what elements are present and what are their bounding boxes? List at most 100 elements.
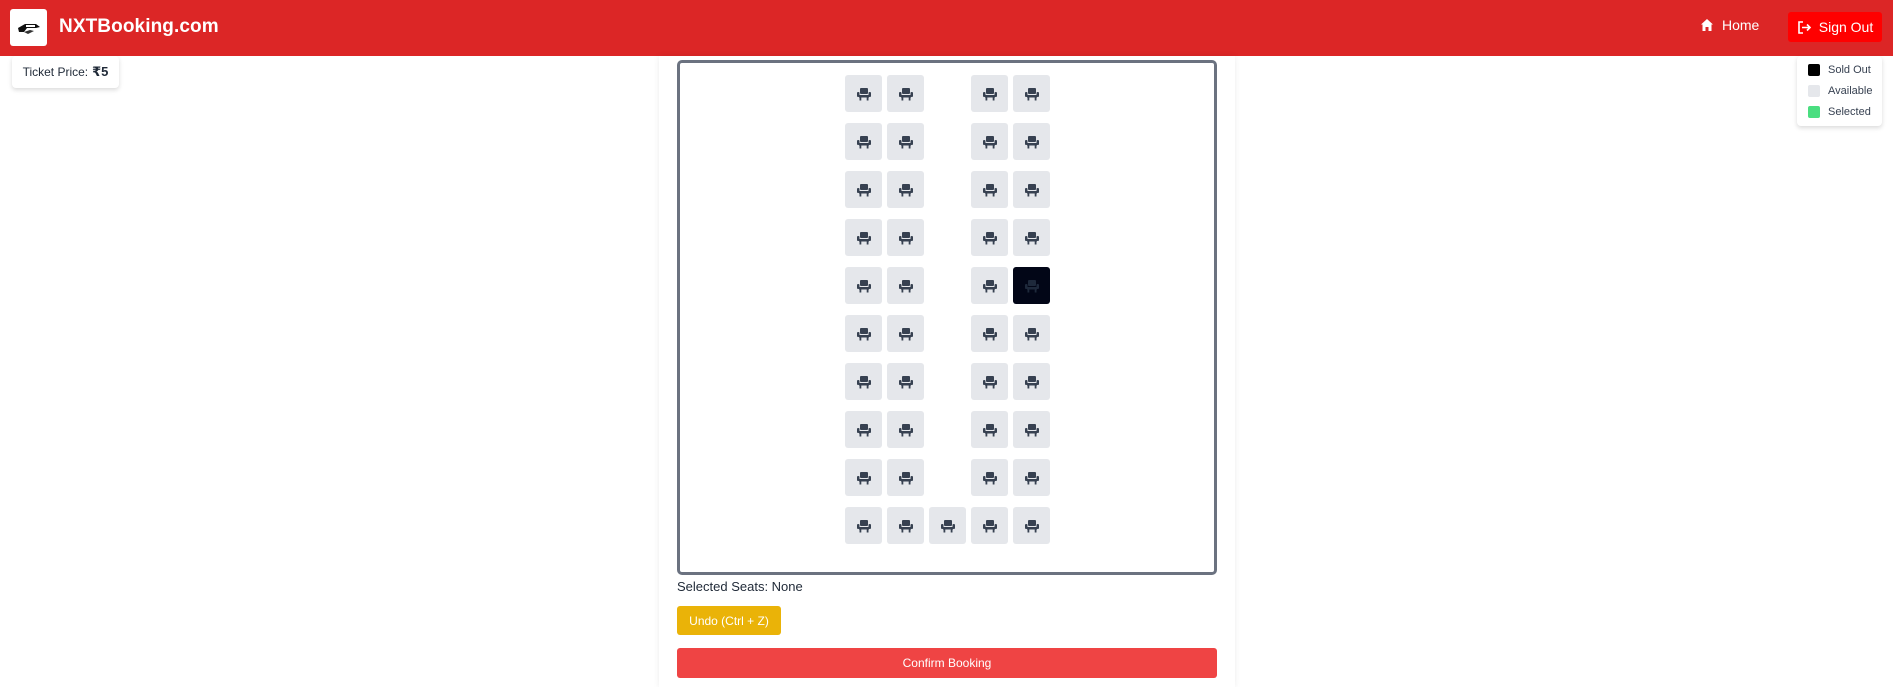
seat-available[interactable] — [1013, 171, 1050, 208]
legend-label: Selected — [1828, 105, 1871, 118]
legend-sold-out: Sold Out — [1808, 59, 1882, 80]
seat-available[interactable] — [845, 75, 882, 112]
home-label: Home — [1722, 17, 1760, 33]
sign-out-label: Sign Out — [1818, 19, 1874, 35]
seat-icon — [856, 135, 872, 149]
undo-button[interactable]: Undo (Ctrl + Z) — [677, 606, 781, 635]
seat-icon — [856, 327, 872, 341]
seat-icon — [1024, 87, 1040, 101]
seat-available[interactable] — [1013, 219, 1050, 256]
seat-icon — [898, 135, 914, 149]
seat-available[interactable] — [887, 267, 924, 304]
seat-available[interactable] — [887, 363, 924, 400]
seat-icon — [898, 375, 914, 389]
seat-icon — [1024, 135, 1040, 149]
legend-swatch-sold-out — [1808, 63, 1820, 76]
seat-icon — [856, 471, 872, 485]
sign-out-button[interactable]: Sign Out — [1788, 12, 1882, 42]
seat-available[interactable] — [887, 459, 924, 496]
seat-available[interactable] — [887, 507, 924, 544]
seat-icon — [898, 519, 914, 533]
seat-available[interactable] — [1013, 75, 1050, 112]
ticket-hand-icon — [17, 23, 40, 34]
seat-icon — [982, 135, 998, 149]
seat-available[interactable] — [845, 363, 882, 400]
seat-available[interactable] — [845, 123, 882, 160]
seat-available[interactable] — [845, 267, 882, 304]
seat-available[interactable] — [1013, 507, 1050, 544]
seat-available[interactable] — [971, 411, 1008, 448]
seat-icon — [940, 519, 956, 533]
seat-available[interactable] — [971, 219, 1008, 256]
seat-icon — [898, 327, 914, 341]
seat-icon — [1024, 471, 1040, 485]
seat-icon — [898, 423, 914, 437]
logo[interactable] — [10, 9, 47, 46]
seat-icon — [982, 519, 998, 533]
seat-available[interactable] — [887, 171, 924, 208]
seat-map — [677, 60, 1217, 575]
seat-available[interactable] — [971, 507, 1008, 544]
seat-icon — [898, 471, 914, 485]
seat-available[interactable] — [929, 507, 966, 544]
seat-available[interactable] — [1013, 123, 1050, 160]
seat-icon — [898, 231, 914, 245]
seat-available[interactable] — [887, 75, 924, 112]
seat-icon — [982, 423, 998, 437]
seat-icon — [982, 87, 998, 101]
seat-available[interactable] — [845, 507, 882, 544]
seat-available[interactable] — [971, 267, 1008, 304]
seat-icon — [856, 87, 872, 101]
seat-available[interactable] — [845, 459, 882, 496]
seat-icon — [1024, 327, 1040, 341]
seat-available[interactable] — [887, 123, 924, 160]
seat-icon — [1024, 519, 1040, 533]
home-icon — [1701, 19, 1713, 31]
home-link[interactable]: Home — [1700, 17, 1759, 33]
seat-sold-out — [1013, 267, 1050, 304]
brand-name[interactable]: NXTBooking.com — [59, 16, 219, 38]
seat-icon — [1024, 423, 1040, 437]
seat-icon — [982, 327, 998, 341]
seat-available[interactable] — [971, 459, 1008, 496]
ticket-price-card: Ticket Price: ₹5 — [12, 56, 119, 88]
navbar: NXTBooking.com Home Sign Out — [0, 0, 1893, 56]
seat-icon — [1024, 375, 1040, 389]
seat-available[interactable] — [1013, 411, 1050, 448]
seat-icon — [1024, 231, 1040, 245]
ticket-price-amount: ₹5 — [92, 64, 109, 79]
selected-seats-text: Selected Seats: None — [677, 579, 803, 594]
seat-icon — [982, 471, 998, 485]
seat-available[interactable] — [971, 75, 1008, 112]
seat-icon — [898, 279, 914, 293]
legend-swatch-selected — [1808, 105, 1820, 118]
legend-label: Available — [1828, 84, 1873, 97]
seat-available[interactable] — [971, 363, 1008, 400]
confirm-booking-button[interactable]: Confirm Booking — [677, 648, 1217, 678]
legend-selected: Selected — [1808, 101, 1882, 122]
seat-available[interactable] — [1013, 363, 1050, 400]
seat-icon — [1024, 183, 1040, 197]
seat-icon — [898, 87, 914, 101]
seat-available[interactable] — [845, 315, 882, 352]
seat-icon — [856, 183, 872, 197]
seat-available[interactable] — [887, 219, 924, 256]
seat-available[interactable] — [887, 411, 924, 448]
seat-available[interactable] — [887, 315, 924, 352]
seat-available[interactable] — [845, 219, 882, 256]
seat-available[interactable] — [845, 171, 882, 208]
seat-available[interactable] — [845, 411, 882, 448]
seat-available[interactable] — [1013, 459, 1050, 496]
ticket-price-label: Ticket Price: — [22, 65, 89, 79]
seat-icon — [856, 375, 872, 389]
seat-available[interactable] — [971, 315, 1008, 352]
seat-icon — [898, 183, 914, 197]
seat-icon — [856, 423, 872, 437]
legend-label: Sold Out — [1828, 63, 1871, 76]
seat-available[interactable] — [971, 171, 1008, 208]
seat-icon — [982, 375, 998, 389]
seat-icon — [856, 519, 872, 533]
seat-available[interactable] — [1013, 315, 1050, 352]
seat-icon — [1024, 279, 1040, 293]
seat-available[interactable] — [971, 123, 1008, 160]
